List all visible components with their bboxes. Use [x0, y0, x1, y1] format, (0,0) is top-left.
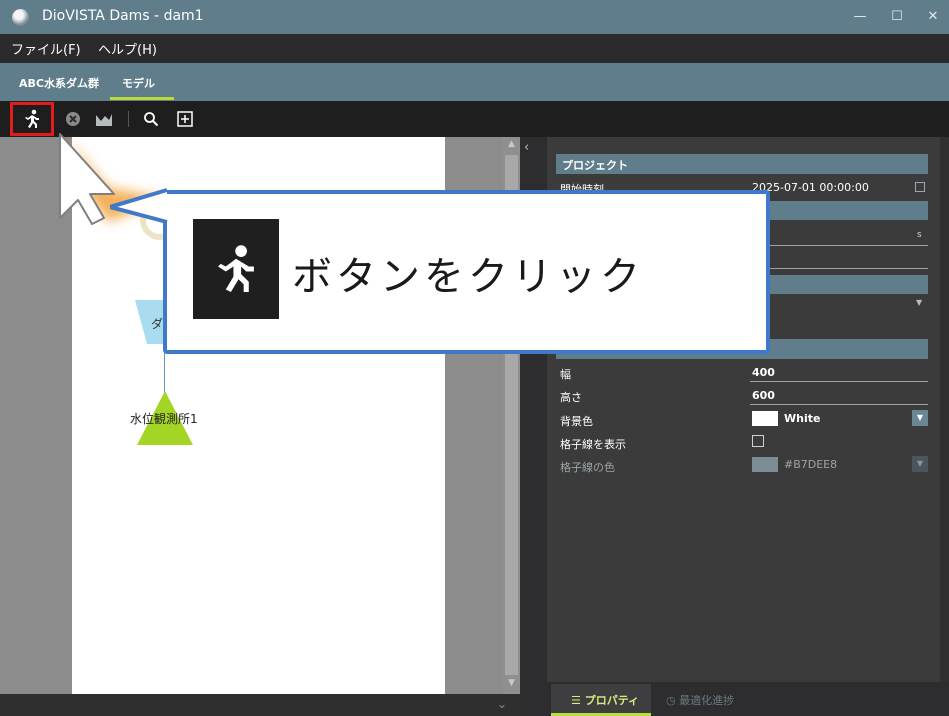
- scroll-down-icon[interactable]: ▼: [503, 678, 520, 692]
- field-underline: [750, 404, 928, 405]
- section-project: プロジェクト: [556, 154, 928, 174]
- tab-project[interactable]: ABC水系ダム群: [19, 75, 99, 91]
- bg-color-dropdown-button[interactable]: ▼: [912, 410, 928, 426]
- tab-properties-label: ☰ プロパティ: [571, 694, 640, 707]
- list-icon: ☰: [571, 694, 585, 707]
- grid-color-value: #B7DEE8: [784, 458, 838, 471]
- bg-color-label: 背景色: [560, 415, 593, 428]
- menu-file[interactable]: ファイル(F): [11, 39, 81, 58]
- active-tab-indicator: [110, 97, 174, 100]
- maximize-button[interactable]: ☐: [882, 6, 912, 28]
- field-underline: [750, 268, 928, 269]
- grid-color-swatch[interactable]: [752, 457, 778, 472]
- dam-node-label: ダ: [151, 317, 164, 331]
- grid-color-dropdown-button[interactable]: ▼: [912, 456, 928, 472]
- close-button[interactable]: ✕: [918, 6, 948, 28]
- callout-tail: [110, 188, 168, 224]
- dropdown-arrow-icon[interactable]: ▼: [916, 298, 922, 307]
- properties-scrollbar[interactable]: [940, 137, 949, 682]
- height-field[interactable]: 600: [752, 389, 775, 402]
- scroll-up-icon[interactable]: ▲: [503, 139, 520, 153]
- width-label: 幅: [560, 368, 571, 381]
- grid-show-checkbox[interactable]: [752, 435, 764, 447]
- time-unit-label: s: [917, 230, 922, 240]
- calendar-icon[interactable]: [915, 182, 925, 192]
- app-logo-icon: [12, 9, 29, 26]
- minimize-button[interactable]: —: [845, 6, 875, 28]
- callout-text: ボタンをクリック: [292, 254, 644, 300]
- window-title: DioVISTA Dams - dam1: [42, 8, 204, 24]
- height-label: 高さ: [560, 391, 582, 404]
- chevron-down-icon[interactable]: ⌄: [497, 697, 507, 711]
- run-icon: [193, 219, 279, 319]
- grid-show-label: 格子線を表示: [560, 438, 626, 451]
- field-underline: [750, 381, 928, 382]
- grid-color-label: 格子線の色: [560, 461, 615, 474]
- bg-color-swatch[interactable]: [752, 411, 778, 426]
- bg-color-name: White: [784, 412, 821, 425]
- clock-icon: ◷: [666, 694, 680, 707]
- tab-model[interactable]: モデル: [122, 75, 155, 91]
- width-field[interactable]: 400: [752, 366, 775, 379]
- chevron-left-icon[interactable]: ‹: [524, 140, 529, 155]
- horizontal-scroll-area: [0, 694, 520, 716]
- tab-optimization[interactable]: ◷ 最適化進捗: [666, 692, 734, 708]
- menu-help[interactable]: ヘルプ(H): [98, 39, 157, 58]
- field-underline: [750, 245, 928, 246]
- station-node-label: 水位観測所1: [130, 412, 198, 426]
